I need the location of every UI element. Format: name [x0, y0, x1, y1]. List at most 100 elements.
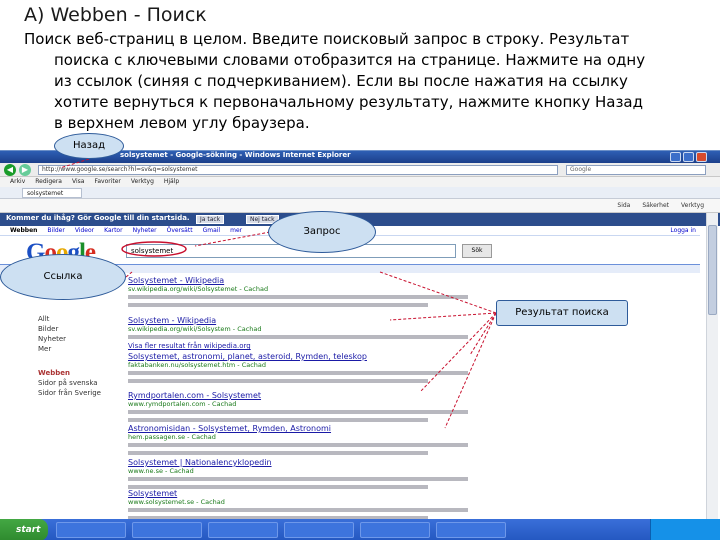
search-result: Solsystemet | Nationalencyklopedin www.ne…: [128, 458, 528, 491]
callout-result: Результат поиска: [496, 300, 628, 326]
browser-screenshot: solsystemet - Google-sökning - Windows I…: [0, 150, 720, 540]
slide-text-line: Поиск веб-страниц в целом. Введите поиск…: [24, 30, 630, 48]
search-result: Solsystemet www.solsystemet.se - Cachad: [128, 489, 528, 522]
back-arrow-icon[interactable]: ◀: [4, 164, 16, 176]
snippet-text-line: [128, 335, 468, 339]
google-nav-item[interactable]: Kartor: [104, 226, 122, 236]
more-results-link[interactable]: Visa fler resultat från wikipedia.org: [128, 342, 528, 350]
result-snippet: [128, 441, 528, 457]
taskbar-item[interactable]: [284, 522, 354, 538]
sidebar-item[interactable]: Allt: [38, 315, 49, 323]
result-title-link[interactable]: Solsystemet | Nationalencyklopedin: [128, 458, 528, 467]
sidebar-section: Webben: [38, 369, 70, 377]
start-button[interactable]: start: [0, 519, 48, 540]
taskbar-item[interactable]: [360, 522, 430, 538]
more-results: Visa fler resultat från wikipedia.org: [128, 342, 528, 350]
window-title: solsystemet - Google-sökning - Windows I…: [120, 151, 351, 159]
promo-text: Kommer du ihåg? Gör Google till din star…: [6, 214, 190, 222]
snippet-text-line: [128, 371, 468, 375]
snippet-text-line: [128, 303, 428, 307]
taskbar-item[interactable]: [132, 522, 202, 538]
slide-text-line: в верхнем левом углу браузера.: [54, 114, 310, 132]
scrollbar-thumb[interactable]: [708, 225, 717, 315]
search-result: Solsystem - Wikipedia sv.wikipedia.org/wi…: [128, 316, 528, 341]
google-nav-item[interactable]: Videor: [75, 226, 94, 236]
menu-item[interactable]: Favoriter: [94, 177, 120, 187]
sidebar-item[interactable]: Sidor från Sverige: [38, 389, 101, 397]
browser-search-box[interactable]: Google: [566, 165, 706, 175]
search-result: Rymdportalen.com - Solsystemet www.rymdpo…: [128, 391, 528, 424]
menu-bar: Arkiv Redigera Visa Favoriter Verktyg Hjälp: [0, 177, 720, 187]
result-title-link[interactable]: Solsystemet - Wikipedia: [128, 276, 528, 285]
google-nav-item[interactable]: Översätt: [167, 226, 193, 236]
callout-back: Назад: [54, 133, 124, 159]
snippet-text-line: [128, 477, 468, 481]
command-bar-item[interactable]: Verktyg: [681, 199, 704, 213]
sidebar-item[interactable]: Sidor på svenska: [38, 379, 98, 387]
taskbar-item[interactable]: [208, 522, 278, 538]
forward-arrow-icon[interactable]: ▶: [19, 164, 31, 176]
slide-text-line: поиска с ключевыми словами отобразится н…: [54, 51, 646, 69]
snippet-text-line: [128, 295, 468, 299]
google-nav-item[interactable]: Bilder: [47, 226, 64, 236]
result-snippet: [128, 333, 528, 341]
snippet-text-line: [128, 508, 468, 512]
slide-text-line: хотите вернуться к первоначальному резул…: [54, 93, 643, 111]
callout-link: Ссылка: [0, 254, 126, 300]
maximize-button[interactable]: [683, 152, 694, 162]
search-result: Solsystemet, astronomi, planet, asteroid…: [128, 352, 528, 385]
result-url: sv.wikipedia.org/wiki/Solsystemet - Cach…: [128, 285, 269, 293]
system-tray: [650, 519, 720, 540]
result-url: sv.wikipedia.org/wiki/Solsystem - Cachad: [128, 325, 262, 333]
result-url: www.rymdportalen.com - Cachad: [128, 400, 237, 408]
menu-item[interactable]: Redigera: [35, 177, 62, 187]
result-url: hem.passagen.se - Cachad: [128, 433, 216, 441]
minimize-button[interactable]: [670, 152, 681, 162]
sidebar-item[interactable]: Mer: [38, 345, 51, 353]
result-snippet: [128, 293, 528, 309]
search-result: Solsystemet - Wikipedia sv.wikipedia.org/…: [128, 276, 528, 309]
url-field[interactable]: http://www.google.se/search?hl=sv&q=sols…: [38, 165, 558, 175]
promo-yes-button[interactable]: Ja tack: [196, 215, 225, 224]
slide-text: Поиск веб-страниц в целом. Введите поиск…: [24, 29, 674, 134]
taskbar-item[interactable]: [436, 522, 506, 538]
result-title-link[interactable]: Astronomisidan - Solsystemet, Rymden, As…: [128, 424, 528, 433]
sidebar-item[interactable]: Nyheter: [38, 335, 66, 343]
command-bar-item[interactable]: Säkerhet: [642, 199, 669, 213]
sign-in-link[interactable]: Logga in: [670, 226, 696, 236]
snippet-text-line: [128, 418, 428, 422]
result-title-link[interactable]: Solsystemet, astronomi, planet, asteroid…: [128, 352, 528, 361]
address-bar: ◀ ▶ http://www.google.se/search?hl=sv&q=…: [0, 163, 720, 177]
google-nav-item[interactable]: mer: [230, 226, 242, 236]
snippet-text-line: [128, 451, 428, 455]
slide-text-line: из ссылок (синяя с подчеркиванием). Если…: [54, 72, 628, 90]
menu-item[interactable]: Verktyg: [131, 177, 154, 187]
google-nav-item[interactable]: Nyheter: [133, 226, 157, 236]
scrollbar[interactable]: [706, 213, 718, 519]
sidebar-item[interactable]: Bilder: [38, 325, 58, 333]
menu-item[interactable]: Arkiv: [10, 177, 25, 187]
result-title-link[interactable]: Rymdportalen.com - Solsystemet: [128, 391, 528, 400]
snippet-text-line: [128, 379, 428, 383]
browser-tab[interactable]: solsystemet: [22, 188, 82, 198]
menu-item[interactable]: Visa: [72, 177, 84, 187]
favorites-bar: solsystemet: [0, 187, 720, 199]
snippet-text-line: [128, 443, 468, 447]
taskbar-item[interactable]: [56, 522, 126, 538]
command-bar-item[interactable]: Sida: [617, 199, 630, 213]
search-button[interactable]: Sök: [462, 244, 492, 258]
result-url: www.ne.se - Cachad: [128, 467, 194, 475]
result-title-link[interactable]: Solsystemet: [128, 489, 528, 498]
command-bar: Sida Säkerhet Verktyg: [0, 199, 720, 213]
result-snippet: [128, 408, 528, 424]
result-url: faktabanken.nu/solsystemet.htm - Cachad: [128, 361, 267, 369]
google-nav-item[interactable]: Webben: [10, 226, 37, 236]
menu-item[interactable]: Hjälp: [164, 177, 179, 187]
result-url: www.solsystemet.se - Cachad: [128, 498, 225, 506]
close-button[interactable]: [696, 152, 707, 162]
snippet-text-line: [128, 410, 468, 414]
slide-title: A) Webben - Поиск: [24, 4, 207, 26]
search-result: Astronomisidan - Solsystemet, Rymden, As…: [128, 424, 528, 457]
google-nav-item[interactable]: Gmail: [203, 226, 221, 236]
result-title-link[interactable]: Solsystem - Wikipedia: [128, 316, 528, 325]
